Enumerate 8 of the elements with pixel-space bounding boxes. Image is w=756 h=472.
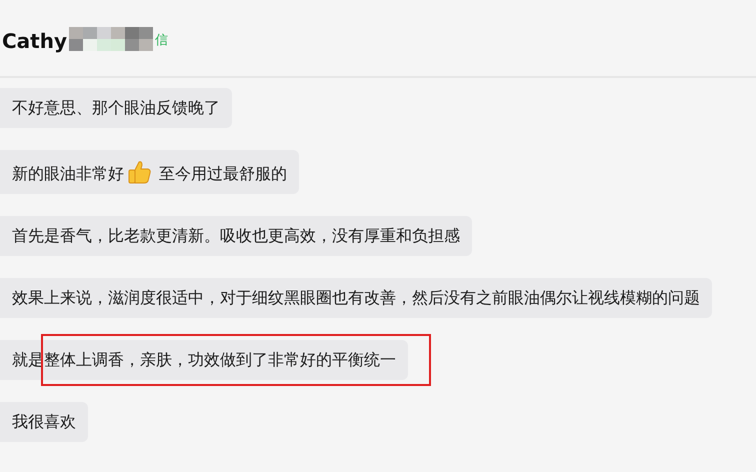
message-bubble: 效果上来说，滋润度很适中，对于细纹黑眼圈也有改善，然后没有之前眼油偶尔让视线模糊的问题 xyxy=(0,278,712,318)
message-bubble: 我很喜欢 xyxy=(0,402,88,442)
message-bubble: 新的眼油非常好 至今用过最舒服的 xyxy=(0,150,300,194)
contact-name: Cathy xyxy=(2,28,68,55)
message-bubble: 不好意思、那个眼油反馈晚了 xyxy=(0,88,232,128)
message-bubble: 首先是香气，比老款更清新。吸收也更高效，没有厚重和负担感 xyxy=(0,216,472,256)
contact-tag: 信 xyxy=(155,31,168,50)
thumbs-up-icon xyxy=(126,159,152,185)
